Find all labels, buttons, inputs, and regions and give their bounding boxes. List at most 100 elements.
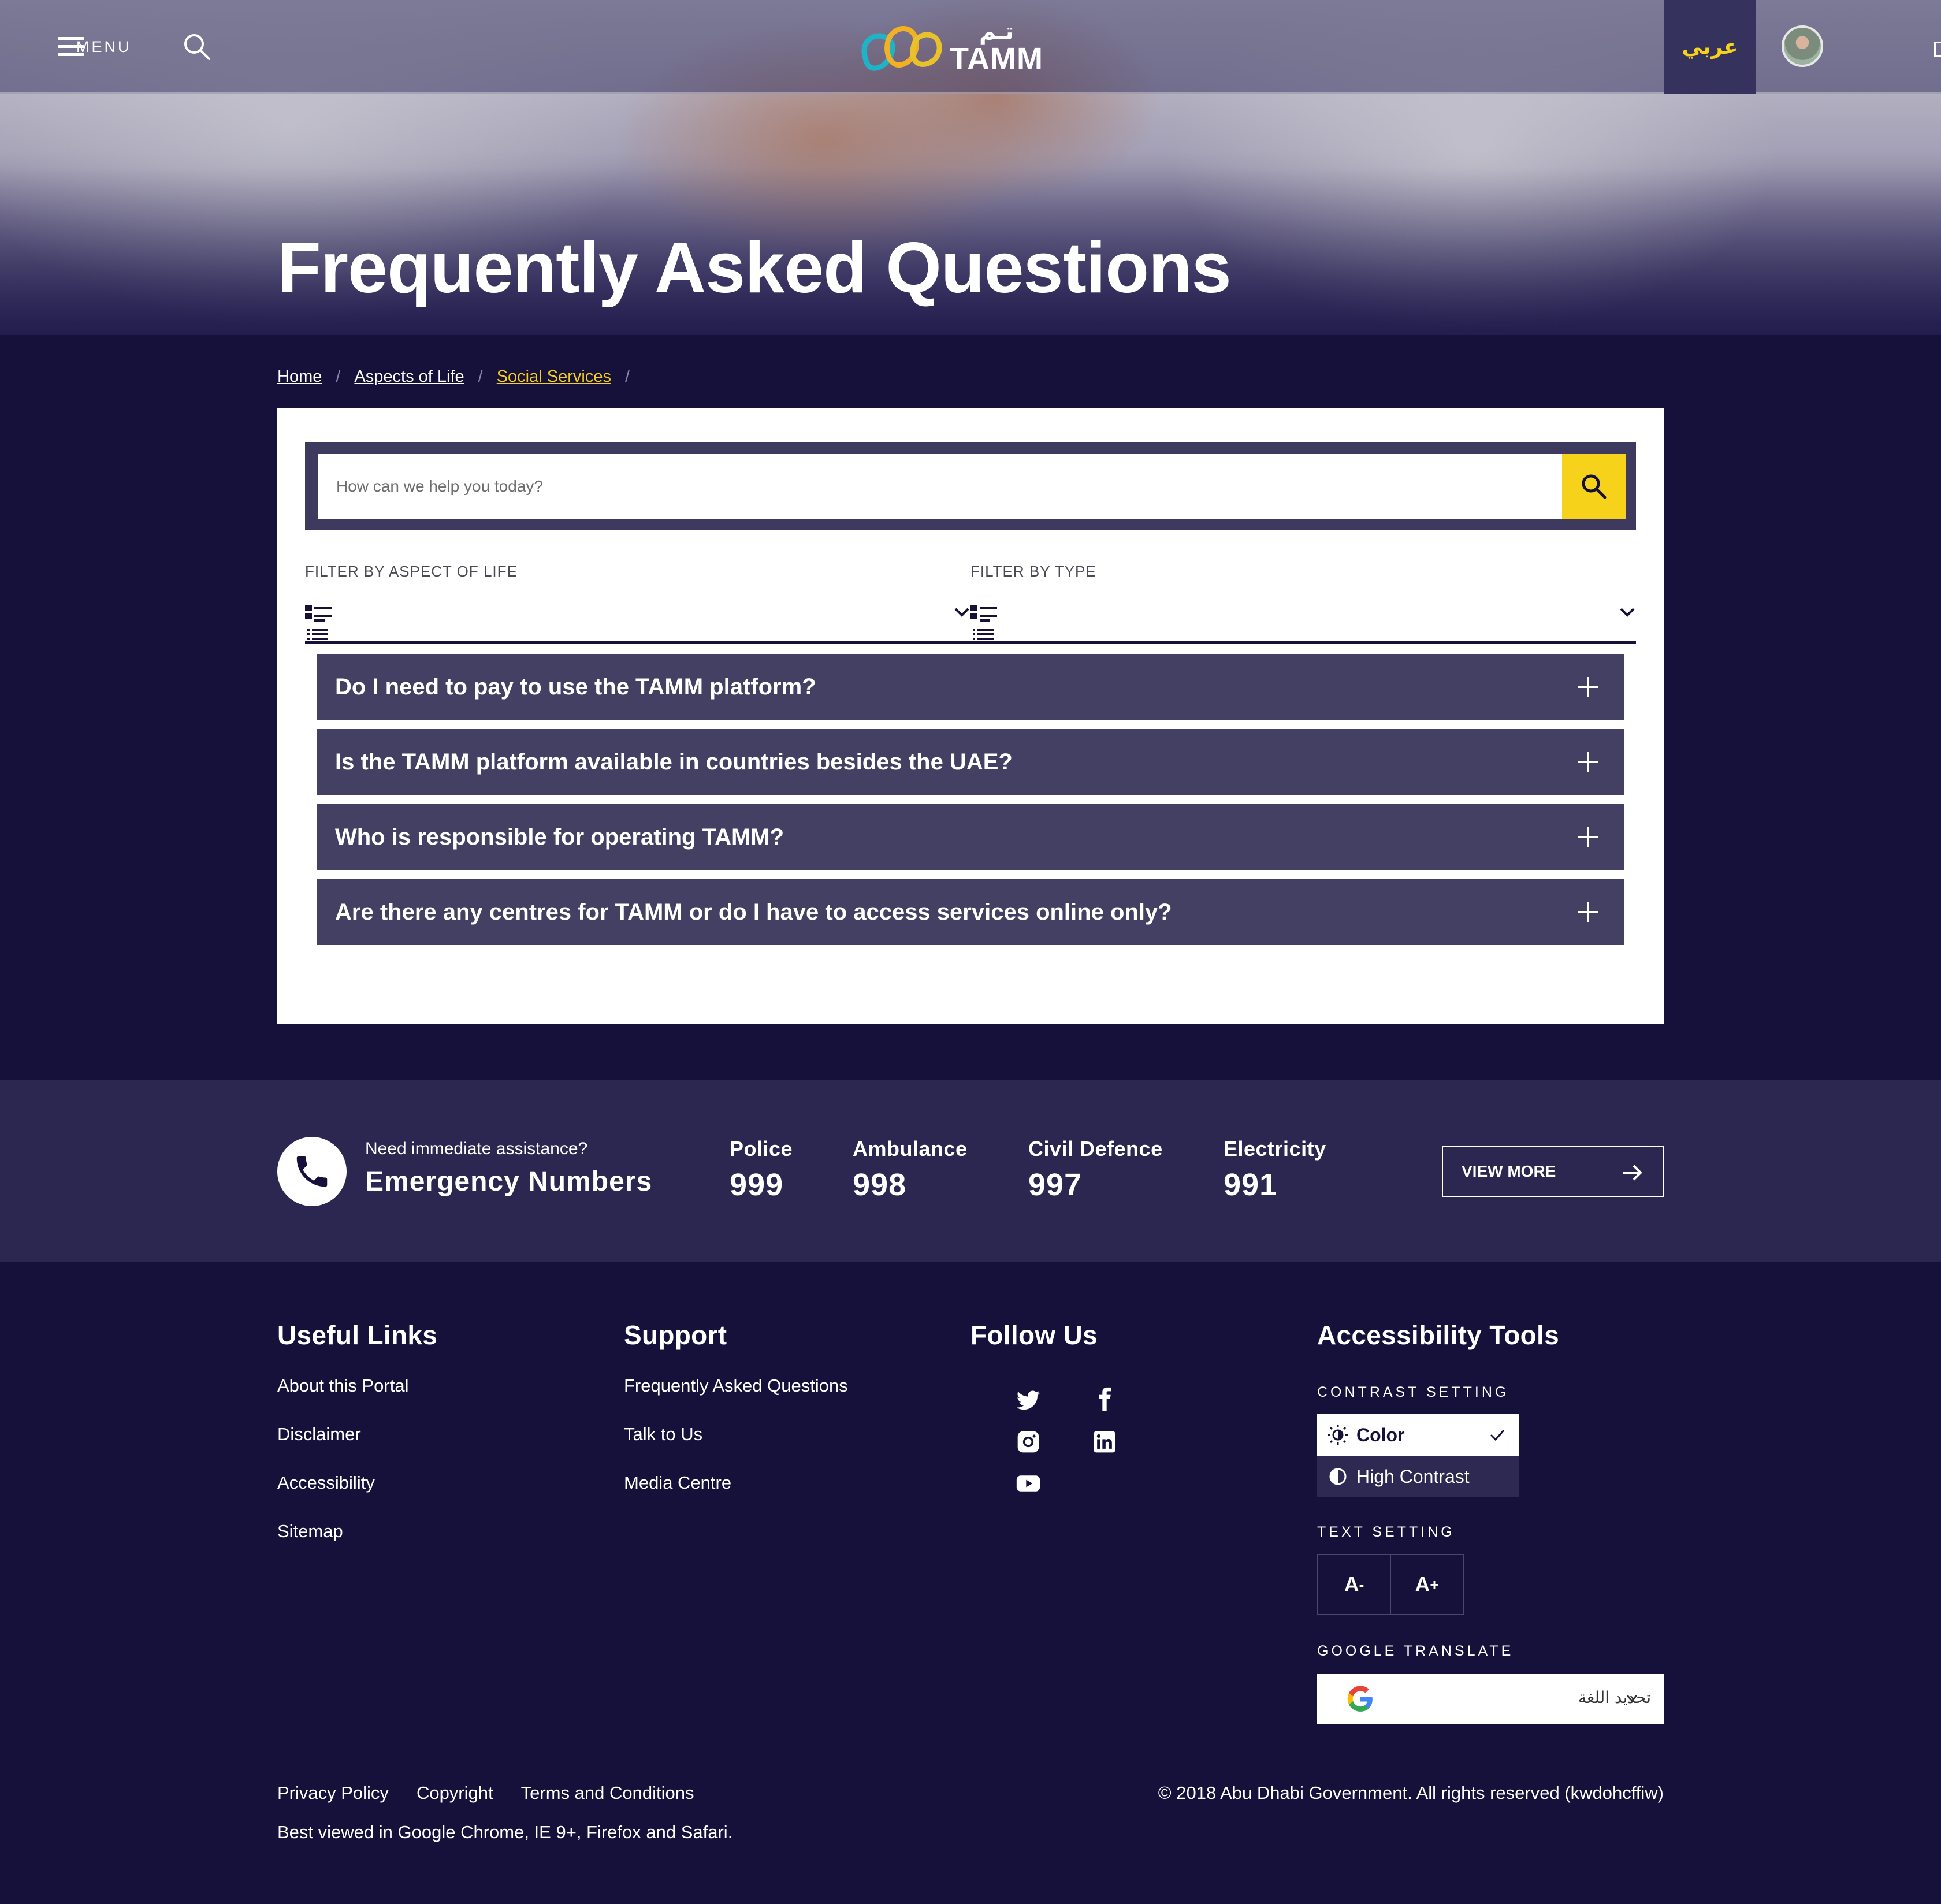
menu-label: MENU [76, 38, 132, 55]
breadcrumb-social-services[interactable]: Social Services [497, 367, 611, 386]
footer-link-talk-to-us[interactable]: Talk to Us [624, 1425, 848, 1444]
language-toggle-button[interactable]: عربي [1664, 0, 1756, 94]
faq-question: Do I need to pay to use the TAMM platfor… [335, 674, 816, 700]
emergency-item-civil-defence: Civil Defence 997 [1028, 1137, 1163, 1203]
copyright-link[interactable]: Copyright [417, 1783, 493, 1803]
contrast-option-label: Color [1356, 1424, 1405, 1445]
user-avatar[interactable] [1782, 25, 1823, 67]
text-setting-label: TEXT SETTING [1317, 1524, 1455, 1540]
faq-question: Are there any centres for TAMM or do I h… [335, 899, 1172, 925]
accessibility-tools-heading: Accessibility Tools [1317, 1320, 1559, 1350]
brightness-icon [1328, 1425, 1348, 1445]
faq-question: Who is responsible for operating TAMM? [335, 824, 784, 850]
search-button[interactable] [1562, 454, 1626, 519]
hamburger-icon [58, 37, 84, 57]
follow-us-heading: Follow Us [970, 1320, 1098, 1350]
plus-icon [1578, 827, 1598, 847]
contrast-icon [1329, 1468, 1347, 1485]
useful-links-heading: Useful Links [277, 1320, 438, 1350]
breadcrumb-aspects-of-life[interactable]: Aspects of Life [354, 367, 464, 386]
list-icon [970, 605, 997, 640]
filter-type-dropdown[interactable] [970, 593, 1636, 644]
footer-link-disclaimer[interactable]: Disclaimer [277, 1425, 437, 1444]
emergency-number[interactable]: 999 [730, 1167, 793, 1203]
emergency-number[interactable]: 997 [1028, 1167, 1163, 1203]
legal-links: Privacy Policy Copyright Terms and Condi… [277, 1783, 722, 1803]
arrow-right-icon [1623, 1165, 1642, 1181]
emergency-numbers-band: Need immediate assistance? Emergency Num… [0, 1080, 1941, 1262]
emergency-number[interactable]: 998 [853, 1167, 968, 1203]
faq-item[interactable]: Is the TAMM platform available in countr… [317, 729, 1624, 795]
view-more-label: VIEW MORE [1462, 1162, 1556, 1180]
footer-link-accessibility[interactable]: Accessibility [277, 1473, 437, 1493]
faq-item[interactable]: Who is responsible for operating TAMM? [317, 804, 1624, 870]
footer-link-media-centre[interactable]: Media Centre [624, 1473, 848, 1493]
youtube-icon[interactable] [1016, 1471, 1041, 1496]
footer-link-sitemap[interactable]: Sitemap [277, 1522, 437, 1541]
emergency-title: Emergency Numbers [365, 1166, 653, 1197]
text-size-control: A- A + [1317, 1554, 1464, 1615]
emergency-name: Ambulance [853, 1137, 968, 1161]
linkedin-icon[interactable] [1092, 1429, 1117, 1455]
phone-icon [277, 1137, 347, 1206]
emergency-name: Electricity [1224, 1137, 1326, 1161]
plus-icon [1578, 752, 1598, 772]
emergency-subtitle: Need immediate assistance? [365, 1139, 588, 1158]
breadcrumb-separator: / [624, 367, 630, 386]
faq-item[interactable]: Do I need to pay to use the TAMM platfor… [317, 654, 1624, 720]
top-navigation-bar: MENU تـم TAMM عربي [0, 0, 1941, 94]
search-icon[interactable] [183, 32, 211, 61]
chevron-down-icon [954, 608, 969, 617]
instagram-icon[interactable] [1016, 1429, 1041, 1455]
partial-edge-icon [1934, 42, 1941, 57]
accessibility-tools-column: Accessibility Tools [1317, 1319, 1559, 1376]
footer-link-faq[interactable]: Frequently Asked Questions [624, 1376, 848, 1396]
menu-button[interactable]: MENU [58, 34, 132, 60]
terms-link[interactable]: Terms and Conditions [521, 1783, 694, 1803]
tamm-logo-mark-icon [861, 26, 942, 71]
breadcrumb-separator: / [336, 367, 341, 386]
google-translate-label: GOOGLE TRANSLATE [1317, 1643, 1514, 1659]
text-increase-button[interactable]: A + [1391, 1555, 1463, 1614]
privacy-policy-link[interactable]: Privacy Policy [277, 1783, 389, 1803]
text-increase-label: A [1415, 1572, 1430, 1596]
footer-link-about[interactable]: About this Portal [277, 1376, 437, 1396]
contrast-setting-control: Color High Contrast [1317, 1414, 1519, 1497]
search-input[interactable] [318, 454, 1562, 519]
emergency-item-electricity: Electricity 991 [1224, 1137, 1326, 1203]
follow-us-column: Follow Us [970, 1319, 1098, 1376]
best-viewed-note: Best viewed in Google Chrome, IE 9+, Fir… [277, 1822, 733, 1842]
twitter-icon[interactable] [1016, 1388, 1041, 1413]
breadcrumb-separator: / [478, 367, 483, 386]
contrast-option-label: High Contrast [1356, 1466, 1470, 1487]
google-g-icon [1347, 1686, 1373, 1712]
faq-item[interactable]: Are there any centres for TAMM or do I h… [317, 879, 1624, 945]
text-decrease-button[interactable]: A- [1318, 1555, 1391, 1614]
chevron-down-icon [1620, 608, 1635, 617]
plus-icon [1578, 902, 1598, 922]
contrast-option-high-contrast[interactable]: High Contrast [1317, 1456, 1519, 1497]
facebook-icon[interactable] [1092, 1386, 1117, 1412]
tamm-logo[interactable]: تـم TAMM [858, 17, 1053, 77]
useful-links-column: Useful Links About this Portal Disclaime… [277, 1319, 437, 1570]
chevron-down-icon [1626, 1695, 1638, 1702]
filter-aspect-label: FILTER BY ASPECT OF LIFE [305, 563, 518, 580]
text-decrease-sign: - [1359, 1575, 1364, 1593]
google-translate-text: تحديد اللغة [1578, 1688, 1651, 1707]
view-more-button[interactable]: VIEW MORE [1442, 1146, 1664, 1197]
emergency-item-police: Police 999 [730, 1137, 793, 1203]
emergency-number[interactable]: 991 [1224, 1167, 1326, 1203]
logo-english-text: TAMM [950, 42, 1043, 76]
google-translate-select[interactable]: تحديد اللغة [1317, 1674, 1664, 1724]
check-icon [1490, 1430, 1505, 1441]
breadcrumb-home[interactable]: Home [277, 367, 322, 386]
contrast-option-color[interactable]: Color [1317, 1414, 1519, 1456]
plus-icon [1578, 677, 1598, 697]
faq-question: Is the TAMM platform available in countr… [335, 749, 1013, 775]
support-heading: Support [624, 1320, 727, 1350]
text-increase-sign: + [1430, 1575, 1439, 1593]
emergency-name: Civil Defence [1028, 1137, 1163, 1161]
support-column: Support Frequently Asked Questions Talk … [624, 1319, 848, 1522]
filter-aspect-dropdown[interactable] [305, 593, 970, 644]
faq-card: FILTER BY ASPECT OF LIFE FILTER BY TYPE [277, 408, 1664, 1024]
